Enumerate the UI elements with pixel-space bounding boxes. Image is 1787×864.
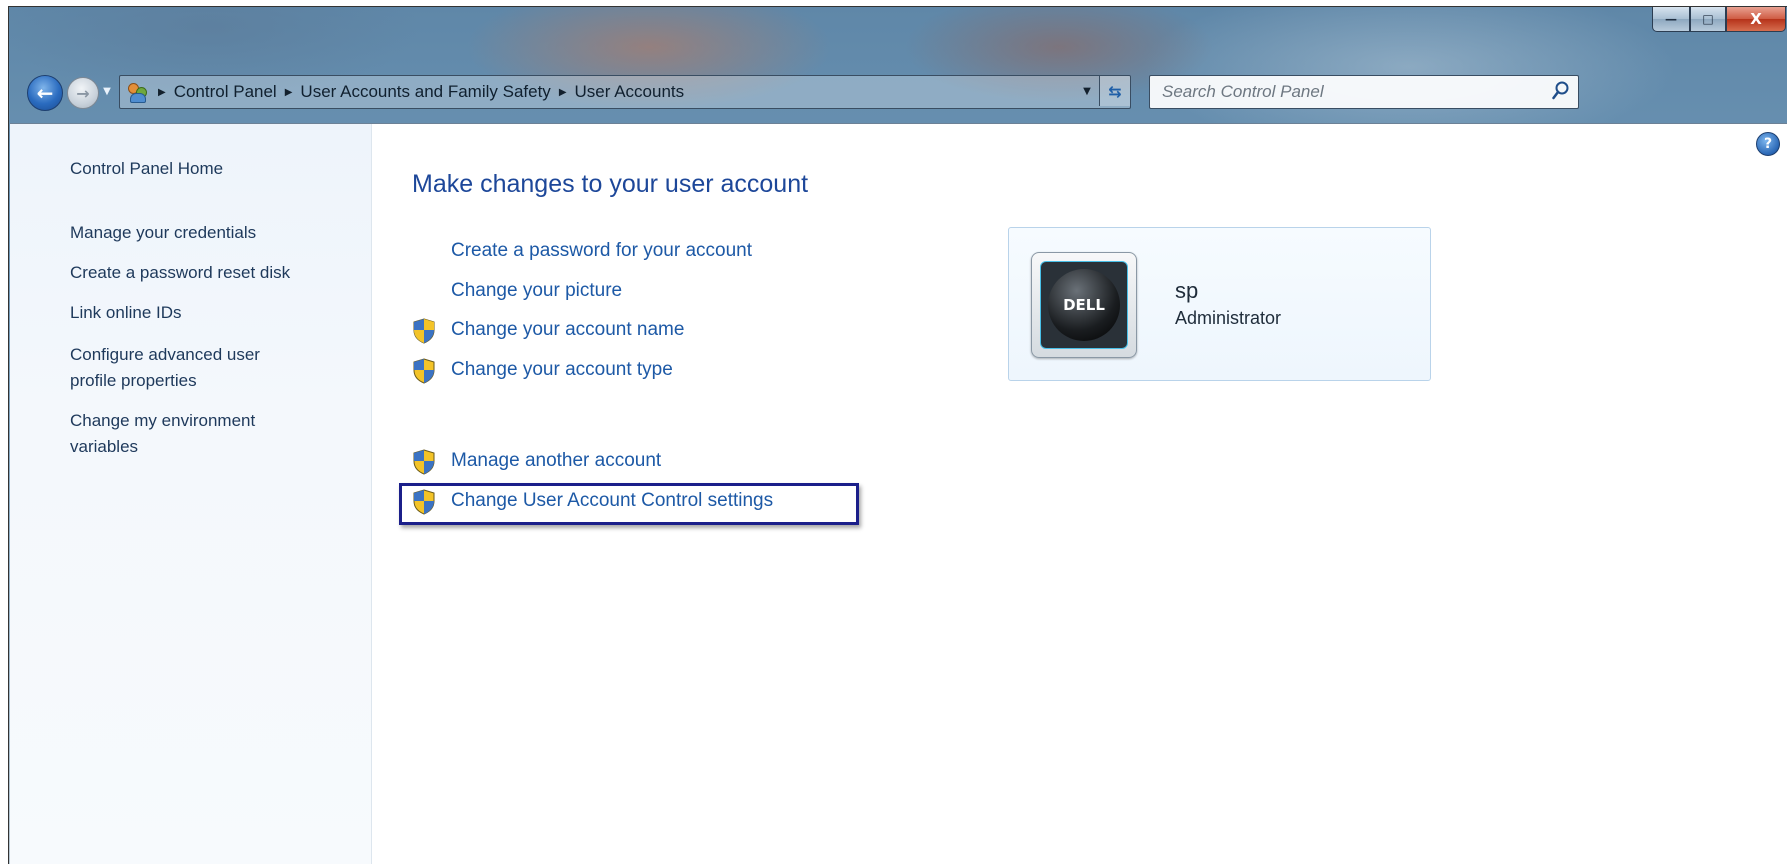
- forward-button[interactable]: →: [67, 77, 99, 109]
- maximize-button[interactable]: □: [1690, 7, 1726, 32]
- sidebar-item-link-online-ids[interactable]: Link online IDs: [70, 300, 182, 326]
- account-card: DELL sp Administrator: [1008, 227, 1431, 381]
- sidebar-item-advanced-profile-line1[interactable]: Configure advanced user: [70, 342, 260, 368]
- task-pane: Control Panel Home Manage your credentia…: [10, 124, 372, 864]
- manage-another-account-link[interactable]: Manage another account: [451, 450, 661, 472]
- caption-buttons: — □ X: [1652, 7, 1786, 32]
- breadcrumb-user-accounts[interactable]: User Accounts: [575, 82, 685, 102]
- account-role: Administrator: [1175, 308, 1282, 328]
- search-box[interactable]: [1149, 75, 1579, 109]
- page-title: Make changes to your user account: [412, 170, 809, 198]
- search-icon[interactable]: [1552, 81, 1570, 101]
- breadcrumb-control-panel[interactable]: Control Panel: [174, 82, 277, 102]
- breadcrumb-separator[interactable]: ▶: [158, 87, 166, 98]
- sidebar-item-control-panel-home[interactable]: Control Panel Home: [70, 156, 223, 182]
- recent-pages-dropdown[interactable]: ▼: [100, 84, 114, 98]
- breadcrumb-separator[interactable]: ▶: [559, 87, 567, 98]
- content-area: Control Panel Home Manage your credentia…: [10, 123, 1787, 864]
- user-accounts-icon: [126, 81, 150, 103]
- navigation-bar: ← → ▼ ▶ Control Panel ▶ User Accounts an…: [9, 67, 1787, 117]
- breadcrumb-user-accounts-family-safety[interactable]: User Accounts and Family Safety: [300, 82, 550, 102]
- avatar-frame: DELL: [1031, 252, 1137, 358]
- avatar: DELL: [1040, 261, 1128, 349]
- close-button[interactable]: X: [1726, 7, 1786, 32]
- sidebar-item-password-reset-disk[interactable]: Create a password reset disk: [70, 260, 290, 286]
- account-name: sp: [1175, 278, 1199, 303]
- help-icon[interactable]: ?: [1756, 132, 1780, 156]
- minimize-button[interactable]: —: [1652, 7, 1690, 32]
- svg-text:DELL: DELL: [1063, 296, 1105, 314]
- address-bar[interactable]: ▶ Control Panel ▶ User Accounts and Fami…: [119, 75, 1131, 109]
- uac-shield-icon: [413, 318, 435, 344]
- change-account-type-link[interactable]: Change your account type: [451, 359, 673, 381]
- address-dropdown-icon[interactable]: ▼: [1078, 76, 1096, 106]
- change-picture-link[interactable]: Change your picture: [451, 280, 622, 302]
- uac-shield-icon: [413, 449, 435, 475]
- breadcrumb-separator[interactable]: ▶: [285, 87, 293, 98]
- change-account-name-link[interactable]: Change your account name: [451, 319, 684, 341]
- sidebar-item-manage-credentials[interactable]: Manage your credentials: [70, 220, 256, 246]
- explorer-window: — □ X ← → ▼ ▶ Control Panel ▶ User Accou…: [8, 6, 1787, 864]
- highlight-annotation: [399, 483, 859, 525]
- refresh-icon[interactable]: ⇆: [1099, 76, 1130, 106]
- dell-logo-icon: DELL: [1048, 269, 1120, 341]
- sidebar-item-environment-variables-line2[interactable]: variables: [70, 434, 138, 460]
- sidebar-item-environment-variables-line1[interactable]: Change my environment: [70, 408, 255, 434]
- back-button[interactable]: ←: [27, 75, 63, 111]
- search-input[interactable]: [1160, 81, 1544, 103]
- sidebar-item-advanced-profile-line2[interactable]: profile properties: [70, 368, 197, 394]
- uac-shield-icon: [413, 358, 435, 384]
- create-password-link[interactable]: Create a password for your account: [451, 240, 752, 262]
